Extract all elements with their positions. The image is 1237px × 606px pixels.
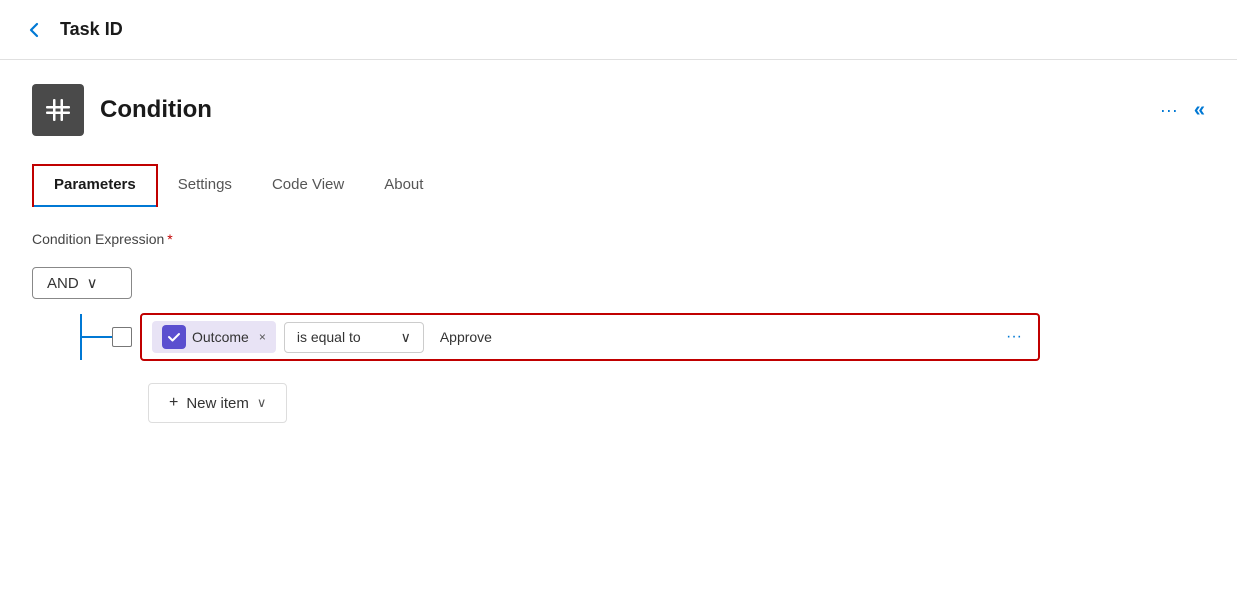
dots-icon: ···: [1160, 100, 1178, 121]
and-chevron-icon: ∨: [87, 274, 98, 292]
header-bar: Task ID: [0, 0, 1237, 60]
tab-about[interactable]: About: [364, 166, 443, 205]
component-left: Condition: [32, 84, 212, 136]
operator-label: is equal to: [297, 329, 361, 345]
required-indicator: *: [167, 231, 172, 247]
plus-icon: +: [169, 394, 178, 412]
new-item-chevron-icon: ∨: [257, 395, 267, 411]
row-checkbox[interactable]: [112, 327, 132, 347]
token-icon: [162, 325, 186, 349]
token-close-button[interactable]: ×: [259, 330, 266, 344]
component-actions: ··· «: [1160, 99, 1205, 122]
component-title: Condition: [100, 96, 212, 124]
operator-dropdown[interactable]: is equal to ∨: [284, 322, 424, 353]
tab-settings[interactable]: Settings: [158, 166, 252, 205]
token-text: Outcome: [192, 329, 249, 345]
main-content: Condition ··· « Parameters Settings Code…: [0, 60, 1237, 447]
operator-chevron-icon: ∨: [401, 329, 411, 346]
component-dots-button[interactable]: ···: [1160, 100, 1178, 121]
tab-parameters[interactable]: Parameters: [32, 164, 158, 207]
component-header: Condition ··· «: [32, 84, 1205, 136]
row-dots-icon: ···: [1006, 328, 1022, 345]
row-dots-button[interactable]: ···: [1000, 324, 1028, 350]
new-item-button[interactable]: + New item ∨: [148, 383, 287, 423]
condition-icon: [32, 84, 84, 136]
collapse-button[interactable]: «: [1194, 99, 1205, 122]
and-operator-dropdown[interactable]: AND ∨: [32, 267, 132, 299]
back-button[interactable]: [24, 20, 44, 40]
condition-area: AND ∨: [32, 267, 1205, 423]
value-input[interactable]: [432, 325, 992, 349]
and-label: AND: [47, 275, 79, 292]
section-label: Condition Expression*: [32, 231, 1205, 247]
page-title: Task ID: [60, 19, 123, 40]
tabs-container: Parameters Settings Code View About: [32, 164, 1205, 207]
outcome-token[interactable]: Outcome ×: [152, 321, 276, 353]
collapse-icon: «: [1194, 99, 1205, 122]
new-item-label: New item: [186, 395, 249, 412]
condition-row: Outcome × is equal to ∨ ···: [140, 313, 1040, 361]
tab-codeview[interactable]: Code View: [252, 166, 364, 205]
